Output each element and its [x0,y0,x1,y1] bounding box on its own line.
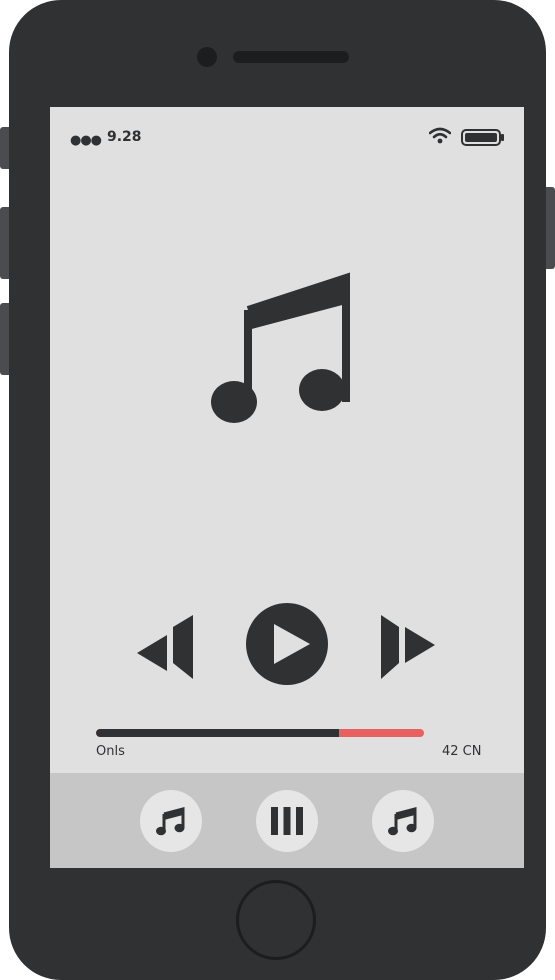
play-button[interactable] [245,602,329,690]
music-note-icon [210,272,352,432]
phone-body: ●●● 9.28 Onls 42 CN [9,0,546,980]
screen: ●●● 9.28 Onls 42 CN [50,107,524,868]
signal-dots: ●●● [70,133,102,148]
music-note-icon [388,807,417,836]
battery-icon [461,129,505,150]
previous-icon [137,615,193,679]
progress-bar[interactable] [96,729,424,737]
home-button[interactable] [236,880,316,960]
play-icon [246,603,328,685]
previous-button[interactable] [137,613,195,685]
next-button[interactable] [379,613,437,685]
status-bar: ●●● 9.28 [50,107,524,167]
elapsed-time: Onls [96,744,125,759]
library-icon [271,807,303,835]
next-icon [381,615,435,679]
music-note-icon [156,807,185,836]
progress-played [96,729,339,737]
status-time: 9.28 [107,129,142,145]
front-camera [197,47,217,67]
tab-bar [50,773,524,868]
playback-controls [50,597,524,697]
tab-music[interactable] [140,790,202,852]
total-time: 42 CN [442,744,482,759]
wifi-icon [428,127,452,149]
tab-library[interactable] [256,790,318,852]
earpiece-speaker [233,51,349,63]
tab-music-2[interactable] [372,790,434,852]
